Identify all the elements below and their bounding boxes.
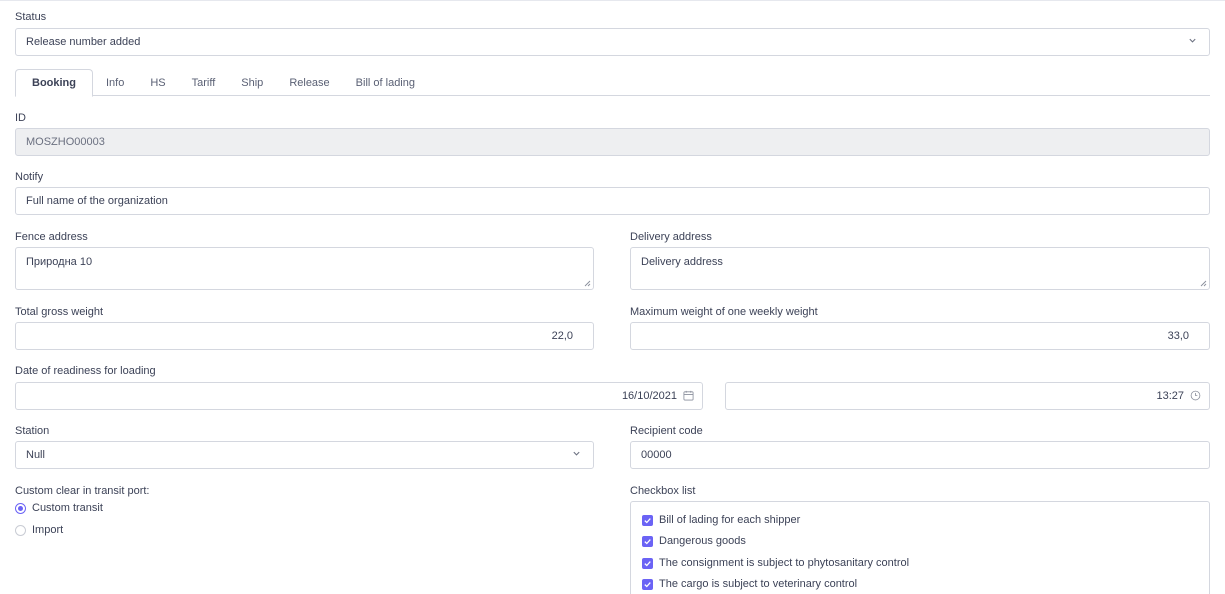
status-label: Status (15, 11, 47, 23)
checkbox-checked[interactable] (642, 514, 653, 526)
delivery-address-label: Delivery address (630, 231, 712, 243)
check-icon (644, 517, 651, 523)
recipient-code-input[interactable]: 00000 (630, 441, 1210, 469)
checkbox-list: Bill of lading for each shipper Dangerou… (630, 501, 1210, 594)
status-select[interactable]: Release number added (15, 28, 1210, 56)
radio-import-label: Import (32, 524, 64, 536)
readiness-time-input[interactable]: 13:27 (725, 382, 1210, 410)
chevron-down-icon (1189, 38, 1196, 43)
fence-address-textarea[interactable]: Природна 10 (15, 247, 594, 290)
max-weight-label: Maximum weight of one weekly weight (630, 306, 818, 318)
tab-ship[interactable]: Ship (228, 69, 276, 96)
checkbox-item-label: Bill of lading for each shipper (659, 514, 801, 526)
tab-booking[interactable]: Booking (15, 69, 93, 97)
recipient-code-label: Recipient code (630, 425, 703, 437)
readiness-label: Date of readiness for loading (15, 365, 156, 377)
radio-button-checked[interactable] (15, 502, 26, 514)
status-value: Release number added (26, 36, 141, 48)
resize-handle-icon[interactable] (584, 280, 591, 287)
total-gross-weight-input[interactable]: 22,0 (15, 322, 594, 350)
readiness-date-input[interactable]: 16/10/2021 (15, 382, 703, 410)
readiness-date-value: 16/10/2021 (621, 390, 677, 402)
calendar-icon[interactable] (683, 390, 694, 401)
radio-button[interactable] (15, 524, 26, 536)
id-value: MOSZHO00003 (26, 136, 105, 148)
station-label: Station (15, 425, 50, 437)
checkbox-item-label: The consignment is subject to phytosanit… (659, 557, 910, 569)
custom-clear-label: Custom clear in transit port: (15, 485, 150, 497)
tab-bar: Booking Info HS Tariff Ship Release Bill… (15, 69, 428, 97)
total-gross-weight-label: Total gross weight (15, 306, 104, 318)
check-icon (644, 560, 651, 566)
checkbox-checked[interactable] (642, 557, 653, 569)
radio-import[interactable]: Import (15, 524, 63, 536)
delivery-address-placeholder: Delivery address (641, 256, 723, 268)
fence-address-label: Fence address (15, 231, 88, 243)
fence-address-value: Природна 10 (26, 256, 93, 268)
tab-bill-of-lading[interactable]: Bill of lading (343, 69, 428, 96)
station-value: Null (26, 449, 45, 461)
notify-input[interactable]: Full name of the organization (15, 187, 1210, 215)
id-label: ID (15, 112, 26, 124)
checkbox-checked[interactable] (642, 578, 653, 590)
checkbox-checked[interactable] (642, 535, 653, 547)
radio-custom-transit-label: Custom transit (32, 502, 103, 514)
max-weight-value: 33,0 (1167, 330, 1189, 342)
readiness-time-value: 13:27 (1156, 390, 1184, 402)
tab-tariff[interactable]: Tariff (179, 69, 229, 96)
station-select[interactable]: Null (15, 441, 594, 469)
recipient-code-value: 00000 (641, 449, 672, 461)
checkbox-list-label: Checkbox list (630, 485, 696, 497)
resize-handle-icon[interactable] (1200, 280, 1207, 287)
checkbox-item[interactable]: The cargo is subject to veterinary contr… (642, 578, 857, 590)
checkbox-item[interactable]: Bill of lading for each shipper (642, 514, 800, 526)
chevron-down-icon (573, 451, 580, 456)
tab-release[interactable]: Release (276, 69, 342, 96)
tab-info[interactable]: Info (93, 69, 137, 96)
check-icon (644, 538, 651, 544)
checkbox-item[interactable]: The consignment is subject to phytosanit… (642, 557, 909, 569)
delivery-address-textarea[interactable]: Delivery address (630, 247, 1210, 290)
total-gross-weight-value: 22,0 (551, 330, 573, 342)
tab-hs[interactable]: HS (137, 69, 178, 96)
notify-placeholder: Full name of the organization (26, 195, 168, 207)
checkbox-item-label: Dangerous goods (659, 535, 746, 547)
clock-icon[interactable] (1190, 390, 1201, 401)
radio-custom-transit[interactable]: Custom transit (15, 502, 103, 514)
max-weight-input[interactable]: 33,0 (630, 322, 1210, 350)
id-field: MOSZHO00003 (15, 128, 1210, 156)
notify-label: Notify (15, 171, 44, 183)
checkbox-item[interactable]: Dangerous goods (642, 535, 746, 547)
checkbox-item-label: The cargo is subject to veterinary contr… (659, 578, 858, 590)
top-divider (0, 0, 1225, 1)
check-icon (644, 581, 651, 587)
